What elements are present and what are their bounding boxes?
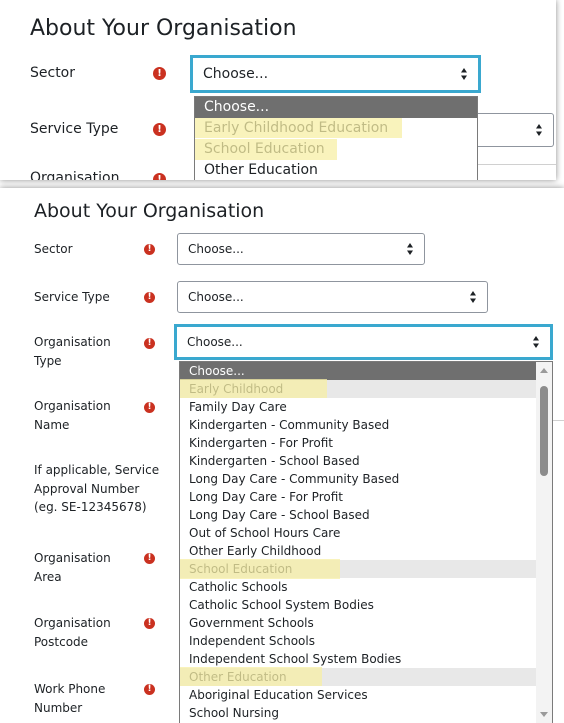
dropdown-option[interactable]: Kindergarten - Community Based <box>180 416 552 434</box>
required-icon: ! <box>153 173 166 180</box>
select-arrows-icon <box>470 291 476 303</box>
dropdown-option[interactable]: Independent School System Bodies <box>180 650 552 668</box>
dropdown-option[interactable]: Family Day Care <box>180 398 552 416</box>
dropdown-option[interactable]: School Nursing <box>180 704 552 722</box>
page-title: About Your Organisation <box>30 16 297 41</box>
dropdown-option[interactable]: Long Day Care - Community Based <box>180 470 552 488</box>
dropdown-option[interactable]: Aboriginal Education Services <box>180 686 552 704</box>
organisation-type-label: Organisation Type <box>34 335 111 368</box>
sector-label: Sector <box>34 242 73 256</box>
dropdown-option[interactable]: Choose... <box>195 97 477 118</box>
dropdown-option[interactable]: Other Early Childhood <box>180 542 552 560</box>
dropdown-option[interactable]: Catholic Schools <box>180 578 552 596</box>
sector-select[interactable]: Choose... <box>177 233 425 265</box>
dropdown-option[interactable]: Out of School Hours Care <box>180 524 552 542</box>
cropped-form-panel-top: About Your Organisation Sector ! Choose.… <box>0 0 556 180</box>
service-type-select[interactable]: Choose... <box>177 281 488 313</box>
work-phone-number-label: Work Phone Number <box>34 682 106 715</box>
required-icon: ! <box>153 123 166 136</box>
organisation-name-label: Organisation Name <box>34 399 111 432</box>
service-type-select-value: Choose... <box>188 290 244 304</box>
dropdown-option[interactable]: Other Education <box>195 160 477 180</box>
scroll-down-arrow-icon[interactable] <box>540 712 548 717</box>
select-arrows-icon <box>407 243 413 255</box>
page-title: About Your Organisation <box>34 200 265 222</box>
select-arrows-icon <box>533 336 539 348</box>
field-divider <box>553 420 564 421</box>
service-type-select-partial[interactable] <box>474 113 554 147</box>
dropdown-option-group: Other Education <box>180 668 552 686</box>
organisation-postcode-label: Organisation Postcode <box>34 616 111 649</box>
dropdown-option[interactable]: Catholic School System Bodies <box>180 596 552 614</box>
organisation-label-cut: Organisation <box>30 170 120 180</box>
required-icon: ! <box>144 292 155 303</box>
form-panel-main: About Your Organisation Sector ! Choose.… <box>0 188 564 723</box>
required-icon: ! <box>153 67 166 80</box>
organisation-type-select[interactable]: Choose... <box>174 324 553 360</box>
service-type-label: Service Type <box>30 121 119 137</box>
dropdown-option[interactable]: Kindergarten - School Based <box>180 452 552 470</box>
dropdown-option[interactable]: Government Schools <box>180 614 552 632</box>
sector-label: Sector <box>30 65 76 81</box>
sector-select-value: Choose... <box>203 66 269 82</box>
dropdown-option-group: School Education <box>180 560 552 578</box>
sector-select-value: Choose... <box>188 242 244 256</box>
dropdown-option[interactable]: Early Childhood Education <box>195 118 477 139</box>
select-arrows-icon <box>461 68 467 80</box>
scroll-up-arrow-icon[interactable] <box>540 368 548 373</box>
organisation-type-dropdown-list[interactable]: Choose... Early Childhood Family Day Car… <box>179 361 553 723</box>
required-icon: ! <box>144 338 155 349</box>
dropdown-scrollbar[interactable] <box>536 362 552 723</box>
required-icon: ! <box>144 244 155 255</box>
organisation-type-select-value: Choose... <box>187 335 243 349</box>
field-divider <box>474 164 556 165</box>
dropdown-option[interactable]: School Education <box>195 139 477 160</box>
sector-dropdown-list[interactable]: Choose... Early Childhood Education Scho… <box>194 96 478 180</box>
dropdown-option[interactable]: Choose... <box>180 362 552 380</box>
select-arrows-icon <box>536 124 542 136</box>
organisation-area-label: Organisation Area <box>34 551 111 584</box>
dropdown-option[interactable]: Kindergarten - For Profit <box>180 434 552 452</box>
dropdown-option[interactable]: Independent Schools <box>180 632 552 650</box>
service-approval-number-label: If applicable, Service Approval Number (… <box>34 463 160 515</box>
service-type-label: Service Type <box>34 290 110 304</box>
required-icon: ! <box>144 618 155 629</box>
dropdown-option-group: Early Childhood <box>180 380 552 398</box>
dropdown-option[interactable]: Long Day Care - For Profit <box>180 488 552 506</box>
required-icon: ! <box>144 402 155 413</box>
sector-select[interactable]: Choose... <box>190 55 481 93</box>
dropdown-option[interactable]: Long Day Care - School Based <box>180 506 552 524</box>
required-icon: ! <box>144 684 155 695</box>
required-icon: ! <box>144 553 155 564</box>
scrollbar-thumb[interactable] <box>540 386 548 476</box>
